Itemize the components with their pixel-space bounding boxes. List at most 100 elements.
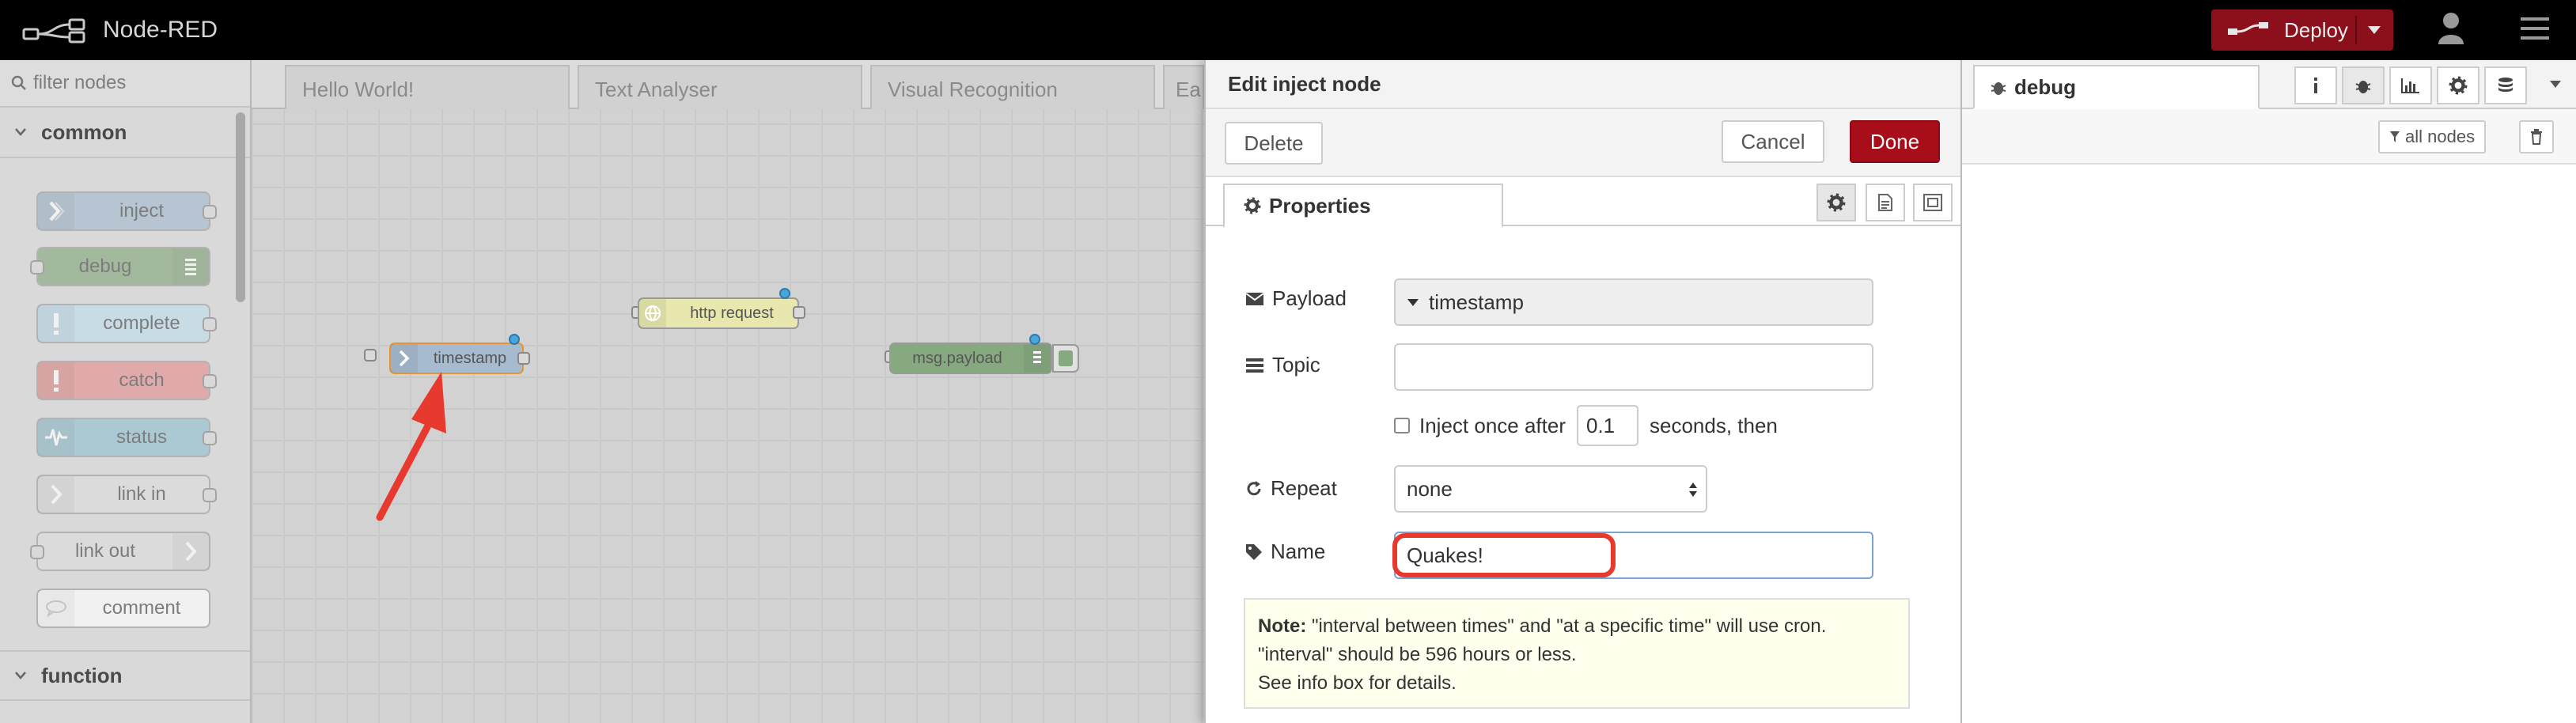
palette-scrollbar[interactable] <box>236 112 245 302</box>
node-label: msg.payload <box>912 349 1002 367</box>
payload-value: timestamp <box>1429 290 1524 314</box>
sidebar: debug all nodes <box>1960 60 2576 723</box>
hamburger-menu-icon[interactable] <box>2519 13 2551 44</box>
search-input[interactable]: filter nodes <box>33 72 126 94</box>
edit-tray: Edit inject node Delete Cancel Done Prop… <box>1204 60 1968 723</box>
annotation-arrow-icon <box>376 372 446 521</box>
palette-node-debug[interactable]: debug <box>30 247 210 286</box>
node-changed-indicator <box>1029 334 1040 345</box>
node-label: timestamp <box>433 349 507 367</box>
deploy-label: Deploy <box>2284 17 2348 42</box>
output-port <box>203 205 217 219</box>
gear-icon <box>2449 76 2468 95</box>
clear-debug-button[interactable] <box>2519 120 2554 153</box>
flow-node-http-request[interactable]: http request <box>638 297 799 329</box>
flow-node-msg-payload[interactable]: msg.payload <box>889 343 1052 374</box>
category-function-header[interactable]: function <box>0 650 250 701</box>
sidebar-tabs: debug <box>1962 60 2576 109</box>
cancel-button[interactable]: Cancel <box>1722 120 1824 163</box>
dashboard-tab-button[interactable] <box>2389 66 2432 104</box>
info-icon <box>2314 78 2317 93</box>
category-label: common <box>41 119 127 144</box>
delete-button[interactable]: Delete <box>1225 122 1323 165</box>
caret-down-icon <box>1407 299 1419 306</box>
debug-toggle-indicator <box>1059 350 1073 366</box>
tab-visual-recognition[interactable]: Visual Recognition <box>870 65 1155 109</box>
palette-node-comment[interactable]: comment <box>36 589 210 628</box>
deploy-separator <box>2355 16 2357 44</box>
palette-search[interactable]: filter nodes <box>0 60 250 108</box>
deploy-button[interactable]: Deploy <box>2211 9 2393 51</box>
output-port <box>203 431 217 445</box>
trash-icon <box>2531 129 2542 145</box>
search-icon <box>11 75 26 90</box>
context-tab-button[interactable] <box>2484 66 2527 104</box>
tab-properties[interactable]: Properties <box>1223 184 1503 228</box>
database-icon <box>2498 78 2513 92</box>
note-line1: "interval between times" and "at a speci… <box>1312 615 1827 637</box>
exclamation-icon <box>38 305 74 342</box>
chevron-down-icon <box>15 128 26 136</box>
status-pulse-icon <box>38 419 74 456</box>
inject-once-suffix: seconds, then <box>1650 413 1778 437</box>
config-tab-button[interactable] <box>2437 66 2479 104</box>
app-logo: Node-RED <box>22 17 218 44</box>
flow-tabs: Hello World! Text Analyser Visual Recogn… <box>252 60 1204 109</box>
palette-node-inject[interactable]: inject <box>36 191 217 231</box>
tray-toolbar: Delete Cancel Done <box>1206 109 1960 177</box>
flow-workspace[interactable]: Hello World! Text Analyser Visual Recogn… <box>252 60 1204 723</box>
appearance-icon <box>1923 194 1942 211</box>
debug-toolbar: all nodes <box>1962 109 2576 165</box>
tab-label: debug <box>2014 74 2076 99</box>
node-description-button[interactable] <box>1866 184 1905 221</box>
header-bar: Node-RED Deploy <box>0 0 2576 60</box>
topic-input[interactable] <box>1394 343 1873 391</box>
user-icon[interactable] <box>2437 11 2465 46</box>
node-label: status <box>116 426 168 448</box>
repeat-select[interactable]: none <box>1394 465 1707 513</box>
name-label: Name <box>1245 539 1325 564</box>
payload-type-select[interactable]: timestamp <box>1394 278 1873 326</box>
bar-chart-icon <box>2401 78 2419 93</box>
debug-tab-button[interactable] <box>2342 66 2385 104</box>
info-tab-button[interactable] <box>2294 66 2337 104</box>
done-button[interactable]: Done <box>1850 120 1940 163</box>
input-port <box>30 260 44 274</box>
debug-list-icon <box>1024 344 1051 373</box>
filter-all-nodes-button[interactable]: all nodes <box>2378 120 2487 153</box>
tab-hello-world[interactable]: Hello World! <box>285 65 570 109</box>
node-appearance-button[interactable] <box>1913 184 1953 221</box>
name-highlight-annotation <box>1392 533 1616 577</box>
palette-node-status[interactable]: status <box>36 418 217 457</box>
debug-toggle-button[interactable] <box>1052 344 1079 373</box>
gear-icon <box>1244 197 1261 214</box>
sidebar-tab-debug[interactable]: debug <box>1973 65 2260 109</box>
inject-once-row: Inject once after 0.1 seconds, then <box>1394 405 1778 446</box>
category-label: function <box>41 663 123 687</box>
inject-once-delay-input[interactable]: 0.1 <box>1577 405 1638 446</box>
category-common-header[interactable]: common <box>0 108 250 158</box>
note-line2: "interval" should be 596 hours or less. <box>1258 644 1577 665</box>
inject-arrow-icon <box>38 193 74 229</box>
tab-text-analyser[interactable]: Text Analyser <box>578 65 862 109</box>
node-label: link in <box>117 483 166 505</box>
palette-node-link-out[interactable]: link out <box>30 532 210 571</box>
output-port <box>203 317 217 331</box>
debug-list-icon <box>172 248 209 285</box>
node-output-port <box>517 352 530 365</box>
palette-node-complete[interactable]: complete <box>36 304 217 343</box>
output-port <box>203 488 217 502</box>
note-line3: See info box for details. <box>1258 672 1457 694</box>
tab-truncated[interactable]: Ea <box>1163 65 1204 109</box>
repeat-label-text: Repeat <box>1271 476 1337 500</box>
caret-down-icon[interactable] <box>2549 79 2562 89</box>
palette-node-link-in[interactable]: link in <box>36 475 217 514</box>
file-text-icon <box>1878 194 1892 211</box>
caret-down-icon[interactable] <box>2366 24 2382 36</box>
bug-icon <box>1991 82 2006 95</box>
palette-node-catch[interactable]: catch <box>36 361 217 400</box>
payload-label-text: Payload <box>1272 286 1347 310</box>
node-settings-button[interactable] <box>1816 184 1856 221</box>
node-label: link out <box>74 540 136 562</box>
inject-once-checkbox[interactable] <box>1394 418 1410 433</box>
